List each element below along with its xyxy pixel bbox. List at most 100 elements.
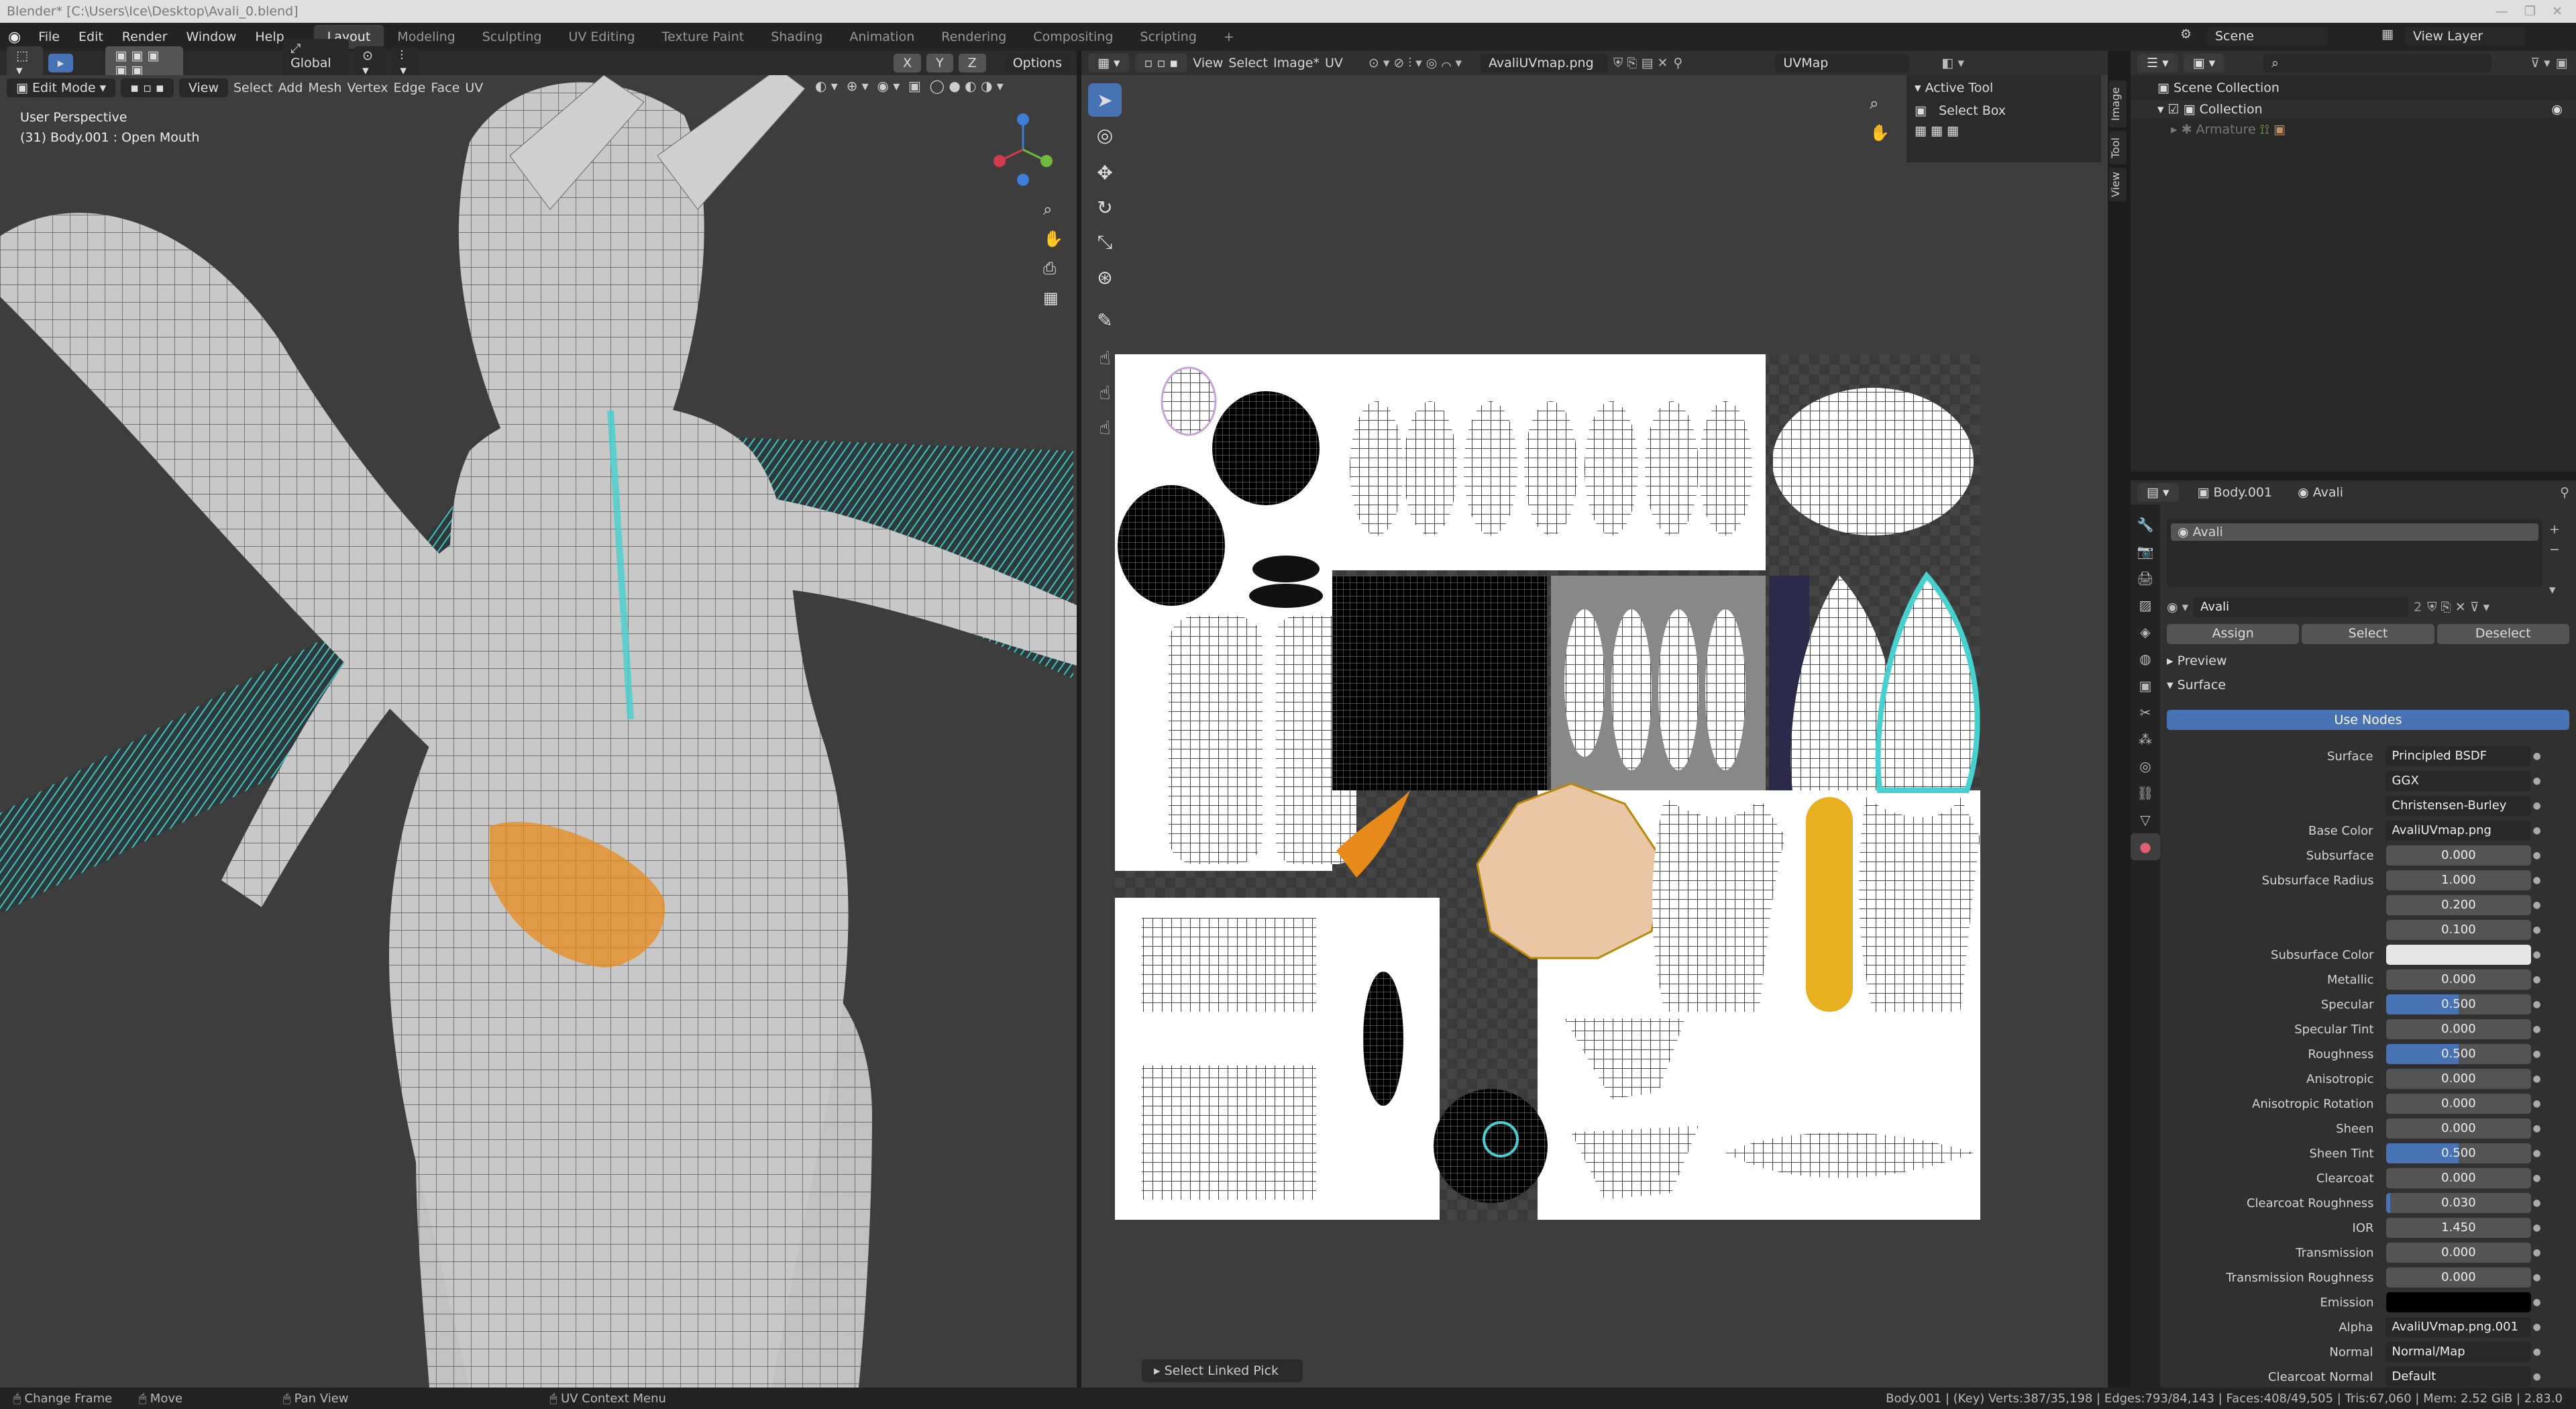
socket-dot-icon[interactable]: ● (2531, 1074, 2542, 1084)
mode-dropdown[interactable]: ▣ Edit Mode ▾ (7, 79, 116, 97)
property-field[interactable]: 0.000 (2385, 970, 2532, 990)
socket-dot-icon[interactable]: ● (2531, 1272, 2542, 1283)
property-field[interactable]: 0.000 (2385, 845, 2532, 866)
menu-mesh[interactable]: Mesh (308, 81, 341, 95)
uv-texture-image[interactable] (1115, 354, 1980, 1220)
options-dropdown[interactable]: Options (1004, 54, 1070, 72)
property-field[interactable]: GGX (2385, 771, 2532, 791)
property-field[interactable]: AvaliUVmap.png (2385, 821, 2532, 841)
active-tool-name[interactable]: ▣ Select Box (1907, 101, 2101, 121)
particles-tab-icon[interactable]: ⁂ (2131, 726, 2160, 753)
uv-pan-icon[interactable]: ✋ (1870, 118, 1890, 148)
uv-move-tool-icon[interactable]: ✥ (1088, 156, 1122, 189)
menu-edit[interactable]: Edit (69, 30, 113, 44)
object-tab-icon[interactable]: ▣ (2131, 672, 2160, 699)
axis-z-button[interactable]: Z (958, 54, 986, 72)
window-controls[interactable]: — ❐ ✕ (2496, 0, 2563, 23)
image-selector[interactable]: AvaliUVmap.png (1480, 54, 1608, 72)
property-field[interactable]: Principled BSDF (2385, 746, 2532, 766)
preview-panel-header[interactable]: ▸ Preview (2167, 654, 2227, 668)
uv-select-mode-icons[interactable]: ▫ ▫ ▪ (1134, 54, 1188, 72)
assign-button[interactable]: Assign (2167, 624, 2300, 644)
property-field[interactable]: 0.500 (2385, 994, 2532, 1014)
socket-dot-icon[interactable]: ● (2531, 1123, 2542, 1134)
side-tab-view[interactable]: View (2109, 168, 2127, 201)
material-datablock-icons[interactable]: ⛨ ⎘ ✕ ⊽ ▾ (2427, 600, 2489, 615)
surface-panel-header[interactable]: ▾ Surface (2167, 678, 2226, 692)
uv-pivot-snap-icons[interactable]: ⊙ ▾ ⊘ ⫶ ▾ ◎ ⌒ ▾ (1368, 56, 1462, 70)
side-tab-tool[interactable]: Tool (2109, 131, 2127, 164)
uv-scale-tool-icon[interactable]: ⤡ (1088, 225, 1122, 259)
tab-animation[interactable]: Animation (836, 25, 928, 49)
uv-menu-view[interactable]: View (1193, 56, 1223, 70)
property-field[interactable]: 0.000 (2385, 1168, 2532, 1188)
socket-dot-icon[interactable]: ● (2531, 800, 2542, 811)
navigation-gizmo[interactable] (986, 113, 1060, 187)
menu-select[interactable]: Select (233, 81, 273, 95)
property-field[interactable]: 1.000 (2385, 870, 2532, 890)
socket-dot-icon[interactable]: ● (2531, 1347, 2542, 1357)
select-button[interactable]: Select (2302, 624, 2434, 644)
constraints-tab-icon[interactable]: ⛓ (2131, 780, 2160, 806)
select-mode-buttons-uv[interactable]: ▦ ▦ ▦ (1907, 121, 2101, 141)
axis-x-button[interactable]: X (894, 54, 922, 72)
socket-dot-icon[interactable]: ● (2531, 751, 2542, 762)
viewport-canvas[interactable]: User Perspective (31) Body.001 : Open Mo… (0, 75, 1077, 1388)
blender-logo-icon[interactable]: ◉ (0, 29, 29, 46)
property-field[interactable]: Normal/Map (2385, 1342, 2532, 1362)
uv-editor-type-button[interactable]: ▦ ▾ (1088, 54, 1130, 72)
tab-scripting[interactable]: Scripting (1126, 25, 1210, 49)
socket-dot-icon[interactable]: ● (2531, 949, 2542, 960)
property-field[interactable] (2385, 1292, 2532, 1312)
material-tab-icon[interactable]: ● (2131, 833, 2160, 860)
tab-rendering[interactable]: Rendering (928, 25, 1020, 49)
property-field[interactable]: 0.000 (2385, 1094, 2532, 1114)
view-layer-tab-icon[interactable]: ▨ (2131, 592, 2160, 619)
image-actions-icons[interactable]: ⛨ ⎘ ▤ ✕ (1613, 56, 1668, 70)
socket-dot-icon[interactable]: ● (2531, 776, 2542, 786)
pan-hand-icon[interactable]: ✋ (1043, 224, 1063, 254)
viewport-nav-controls[interactable]: ⌕ ✋ ⎙ ▦ (1043, 195, 1063, 313)
menu-file[interactable]: File (29, 30, 69, 44)
visibility-eye-icon[interactable]: ◉ (2551, 102, 2563, 117)
uvmap-selector[interactable]: UVMap (1775, 54, 1910, 72)
camera-icon[interactable]: ⎙ (1043, 254, 1063, 283)
uv-menu-image[interactable]: Image* (1273, 56, 1320, 70)
uv-zoom-icon[interactable]: ⌕ (1870, 89, 1890, 118)
physics-tab-icon[interactable]: ◎ (2131, 753, 2160, 780)
data-tab-icon[interactable]: ▽ (2131, 806, 2160, 833)
property-field[interactable]: AvaliUVmap.png.001 (2385, 1317, 2532, 1337)
scene-selector[interactable]: Scene (2207, 27, 2328, 46)
last-operator-panel[interactable]: ▸ Select Linked Pick (1142, 1359, 1303, 1382)
tab-sculpting[interactable]: Sculpting (469, 25, 555, 49)
add-workspace-button[interactable]: + (1210, 25, 1248, 49)
property-field[interactable]: 0.000 (2385, 1019, 2532, 1039)
deselect-button[interactable]: Deselect (2436, 624, 2569, 644)
viewport-3d[interactable]: User Perspective (31) Body.001 : Open Mo… (0, 75, 1077, 1388)
socket-dot-icon[interactable]: ● (2531, 1098, 2542, 1109)
material-slot-list[interactable]: ◉ Avali (2167, 519, 2542, 586)
outliner-row-armature[interactable]: ▸ ✱ Armature ⟟⟟ ▣ (2131, 118, 2576, 141)
uv-select-tool-icon[interactable]: ➤ (1088, 83, 1122, 117)
socket-dot-icon[interactable]: ● (2531, 1222, 2542, 1233)
viewport-shading-controls[interactable]: ◐ ▾ ⊕ ▾ ◉ ▾ ▣ ◯ ● ◐ ◑ ▾ (815, 78, 1004, 94)
outliner-row-collection[interactable]: ▾ ☑ ▣ Collection ◉ (2131, 101, 2576, 118)
menu-edge[interactable]: Edge (394, 81, 426, 95)
uv-transform-tool-icon[interactable]: ⊛ (1088, 260, 1122, 294)
menu-face[interactable]: Face (431, 81, 460, 95)
view-layer-selector[interactable]: View Layer (2405, 27, 2526, 46)
uv-cursor-tool-icon[interactable]: ◎ (1088, 118, 1122, 152)
filter-icon[interactable]: ⊽ ▾ (2530, 56, 2550, 70)
grid-view-icon[interactable]: ▦ (1043, 283, 1063, 313)
select-tool-icon[interactable]: ▸ (48, 54, 74, 72)
tab-shading[interactable]: Shading (757, 25, 836, 49)
property-field[interactable]: 0.000 (2385, 1118, 2532, 1139)
tab-uv-editing[interactable]: UV Editing (555, 25, 648, 49)
menu-render[interactable]: Render (113, 30, 177, 44)
menu-window[interactable]: Window (176, 30, 246, 44)
menu-view[interactable]: View (178, 79, 228, 97)
socket-dot-icon[interactable]: ● (2531, 825, 2542, 836)
property-field[interactable]: 0.200 (2385, 895, 2532, 915)
render-tab-icon[interactable]: 📷 (2131, 538, 2160, 565)
outliner-display-mode[interactable]: ▣ ▾ (2183, 54, 2225, 72)
